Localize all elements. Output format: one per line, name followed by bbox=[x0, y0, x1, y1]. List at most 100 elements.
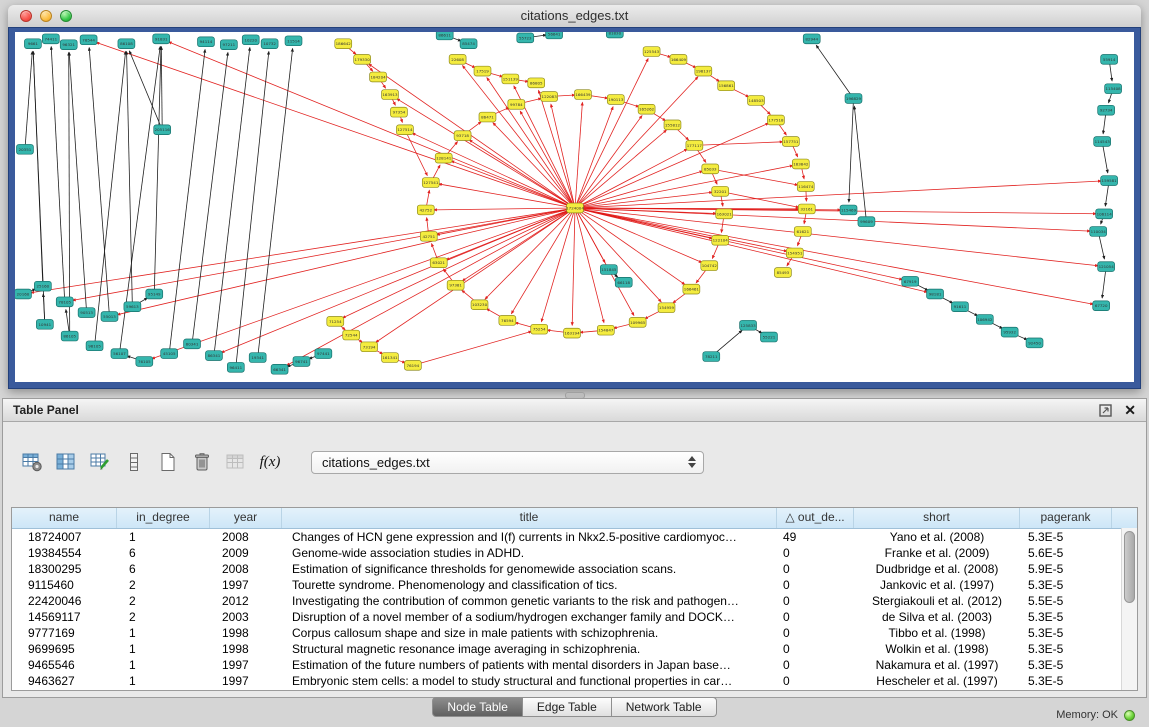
network-node[interactable]: 95932 bbox=[1001, 327, 1018, 337]
network-node[interactable]: 10941 bbox=[36, 319, 53, 329]
network-node[interactable]: 104742 bbox=[701, 261, 718, 271]
window-titlebar[interactable]: citations_edges.txt bbox=[8, 5, 1141, 28]
network-node[interactable]: 179330 bbox=[354, 54, 371, 64]
network-node[interactable]: 95149 bbox=[146, 289, 163, 299]
network-node[interactable]: 115408 bbox=[1105, 84, 1122, 94]
network-node[interactable]: 91831 bbox=[153, 34, 170, 44]
show-columns-icon[interactable] bbox=[53, 449, 79, 475]
network-node[interactable]: 82944 bbox=[803, 34, 820, 44]
network-node[interactable]: 9661 bbox=[24, 39, 41, 49]
column-header-title[interactable]: title bbox=[282, 508, 777, 528]
network-node[interactable]: 159581 bbox=[1101, 176, 1118, 186]
table-row[interactable]: 1830029562008Estimation of significance … bbox=[12, 561, 1137, 577]
scrollbar-thumb[interactable] bbox=[1124, 531, 1135, 603]
network-node[interactable]: 116474 bbox=[797, 182, 814, 192]
network-node[interactable]: 73194 bbox=[361, 342, 378, 352]
network-node[interactable]: 25160 bbox=[34, 281, 51, 291]
network-node[interactable]: 93718 bbox=[454, 131, 471, 141]
network-node[interactable]: 55013 bbox=[101, 312, 118, 322]
network-node[interactable]: 20351 bbox=[16, 144, 33, 154]
network-node[interactable]: 97441 bbox=[315, 349, 332, 359]
network-node[interactable]: 97354 bbox=[390, 107, 407, 117]
network-node[interactable]: 125833 bbox=[740, 320, 757, 330]
network-node[interactable]: 163642 bbox=[792, 159, 809, 169]
network-node[interactable]: 56107 bbox=[111, 349, 128, 359]
network-node[interactable]: 11514 bbox=[285, 36, 302, 46]
network-node[interactable]: 97381 bbox=[447, 280, 464, 290]
network-node[interactable]: 1724004 bbox=[566, 203, 584, 213]
network-graph[interactable]: 1724004163021122104104742166461154959109… bbox=[15, 32, 1134, 382]
table-row[interactable]: 2242004622012Investigating the contribut… bbox=[12, 593, 1137, 609]
network-node[interactable]: 20160 bbox=[15, 289, 31, 299]
network-node[interactable]: 85474 bbox=[460, 39, 477, 49]
network-node[interactable]: 19341 bbox=[249, 353, 266, 363]
network-node[interactable]: 86341 bbox=[205, 351, 222, 361]
network-node[interactable]: 163021 bbox=[716, 209, 733, 219]
network-node[interactable]: 96411 bbox=[227, 362, 244, 372]
network-node[interactable]: 154959 bbox=[658, 303, 675, 313]
network-node[interactable]: 92734 bbox=[1098, 105, 1115, 115]
network-node[interactable]: 86471 bbox=[479, 112, 496, 122]
network-node[interactable]: 122083 bbox=[541, 92, 558, 102]
network-node[interactable]: 106942 bbox=[976, 315, 993, 325]
network-node[interactable]: 86105 bbox=[61, 331, 78, 341]
network-node[interactable]: 66341 bbox=[271, 364, 288, 374]
network-node[interactable]: 76105 bbox=[136, 357, 153, 367]
network-node[interactable]: 61621 bbox=[794, 227, 811, 237]
network-node[interactable]: 86611 bbox=[436, 32, 453, 40]
network-node[interactable]: 127541 bbox=[422, 178, 439, 188]
network-node[interactable]: 96741 bbox=[293, 357, 310, 367]
network-node[interactable]: 121054 bbox=[1098, 262, 1115, 272]
network-node[interactable]: 186642 bbox=[335, 39, 352, 49]
network-node[interactable]: 94114 bbox=[198, 37, 215, 47]
network-node[interactable]: 163913 bbox=[382, 90, 399, 100]
column-header-name[interactable]: name bbox=[12, 508, 117, 528]
network-node[interactable]: 92450 bbox=[1026, 338, 1043, 348]
network-node[interactable]: 85493 bbox=[774, 268, 791, 278]
table-row[interactable]: 1456911722003Disruption of a novel membe… bbox=[12, 609, 1137, 625]
network-table-selector[interactable]: citations_edges.txt bbox=[311, 451, 704, 474]
network-node[interactable]: 98181 bbox=[927, 289, 944, 299]
column-header-year[interactable]: year bbox=[210, 508, 282, 528]
network-node[interactable]: 55221 bbox=[761, 332, 778, 342]
network-node[interactable]: 75254 bbox=[531, 324, 548, 334]
network-node[interactable]: 99784 bbox=[508, 99, 525, 109]
network-node[interactable]: 32201 bbox=[712, 186, 729, 196]
network-node[interactable]: 67720 bbox=[1093, 301, 1110, 311]
network-node[interactable]: 86108 bbox=[118, 39, 135, 49]
close-panel-icon[interactable]: ✕ bbox=[1124, 403, 1136, 417]
network-node[interactable]: 71254 bbox=[327, 316, 344, 326]
network-node[interactable]: 154951 bbox=[786, 248, 803, 258]
network-node[interactable]: 196137 bbox=[695, 66, 712, 76]
network-node[interactable]: 205116 bbox=[154, 125, 171, 135]
column-header-short[interactable]: short bbox=[854, 508, 1020, 528]
network-node[interactable]: 196829 bbox=[845, 94, 862, 104]
network-node[interactable]: 86805 bbox=[528, 78, 545, 88]
network-node[interactable]: 166461 bbox=[683, 284, 700, 294]
network-node[interactable]: 128141 bbox=[435, 153, 452, 163]
network-node[interactable]: 78211 bbox=[703, 352, 720, 362]
network-node[interactable]: 81830 bbox=[606, 32, 623, 38]
network-node[interactable]: 96105 bbox=[86, 341, 103, 351]
table-row[interactable]: 969969511998Structural magnetic resonanc… bbox=[12, 641, 1137, 657]
table-row[interactable]: 946362711997Embryonic stem cells: a mode… bbox=[12, 673, 1137, 689]
column-header-out_degree[interactable]: △ out_de... bbox=[777, 508, 854, 528]
network-node[interactable]: 110034 bbox=[1090, 227, 1107, 237]
network-node[interactable]: 76194 bbox=[404, 360, 421, 370]
tab-edge-table[interactable]: Edge Table bbox=[523, 697, 612, 717]
table-scrollbar[interactable] bbox=[1121, 528, 1137, 690]
table-row[interactable]: 946554611997Estimation of the future num… bbox=[12, 657, 1137, 673]
network-node[interactable]: 17519 bbox=[474, 66, 491, 76]
new-table-icon[interactable] bbox=[155, 449, 181, 475]
import-table-icon[interactable] bbox=[223, 449, 249, 475]
network-node[interactable]: 78544 bbox=[80, 35, 97, 45]
network-node[interactable]: 74411 bbox=[42, 34, 59, 44]
network-node[interactable]: 190113 bbox=[607, 95, 624, 105]
table-row[interactable]: 977716911998Corpus callosum shape and si… bbox=[12, 625, 1137, 641]
network-node[interactable]: 161341 bbox=[382, 353, 399, 363]
network-node[interactable]: 184204 bbox=[370, 72, 387, 82]
network-node[interactable]: 157751 bbox=[782, 137, 799, 147]
network-node[interactable]: 60341 bbox=[184, 339, 201, 349]
network-node[interactable]: 45105 bbox=[161, 349, 178, 359]
network-node[interactable]: 22608 bbox=[449, 54, 466, 64]
